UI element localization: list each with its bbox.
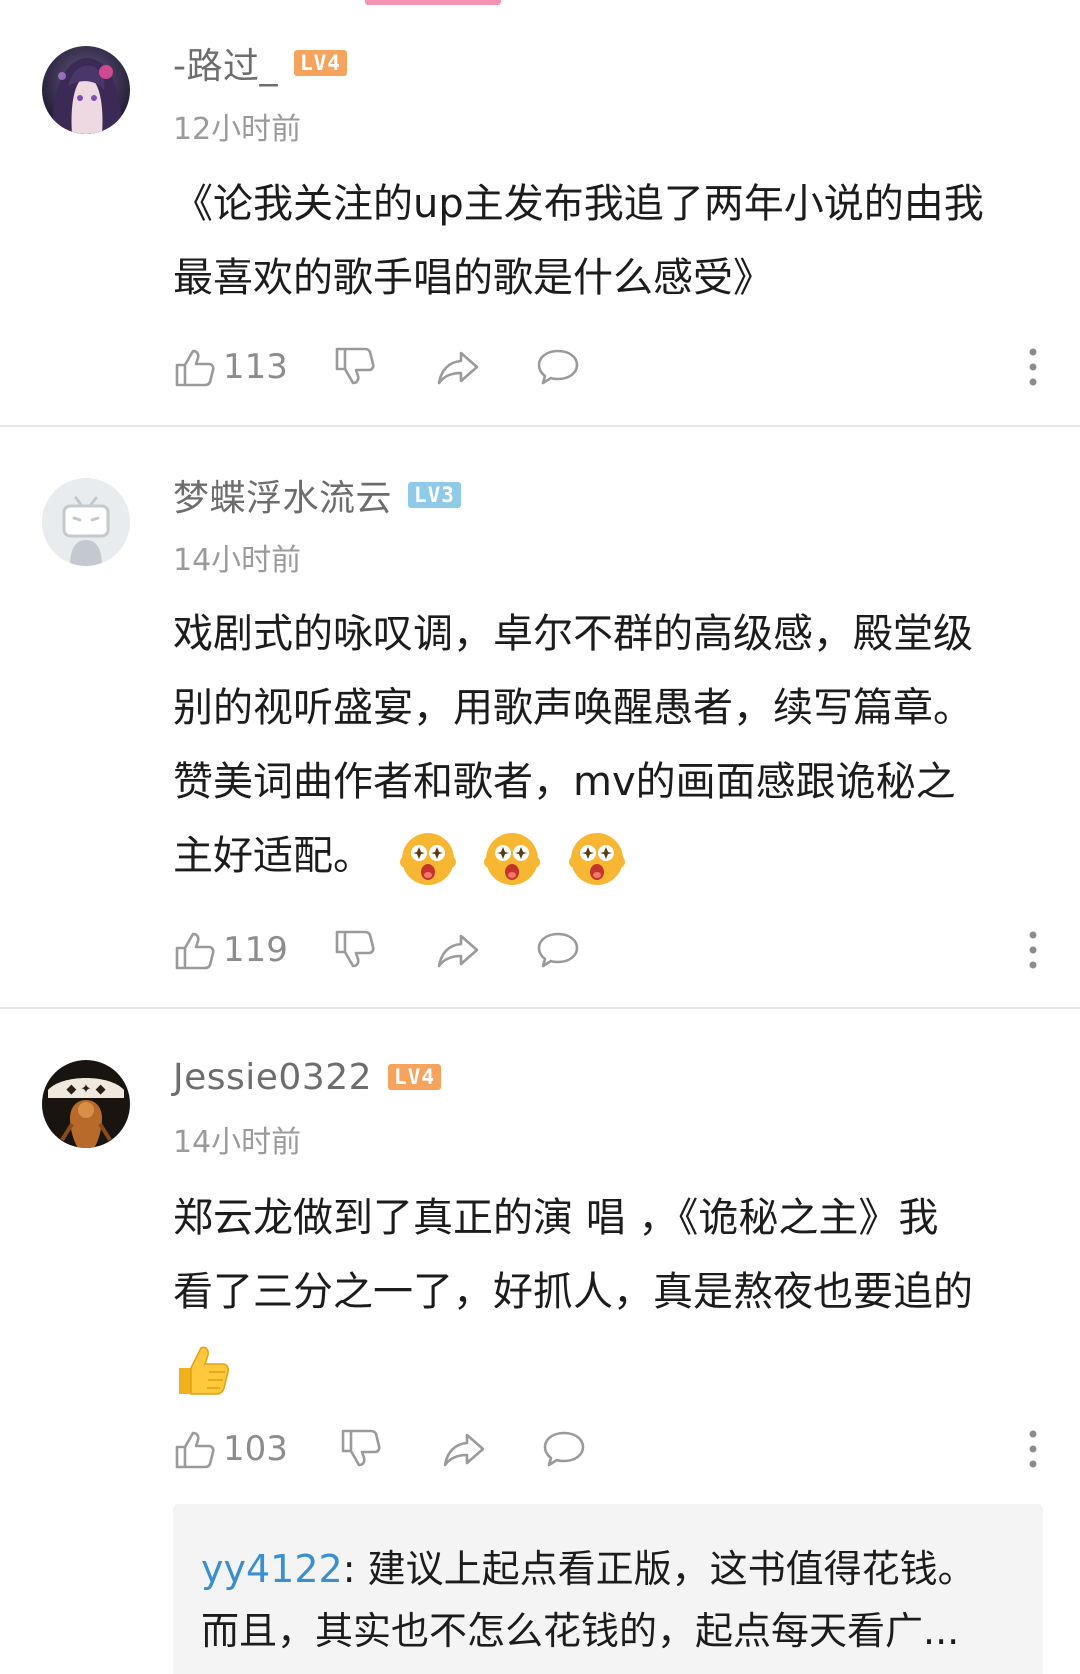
timestamp: 12小时前: [173, 112, 302, 147]
vertical-dots-icon: [1029, 931, 1037, 969]
username-row: Jessie0322 LV4: [173, 1052, 441, 1102]
chat-bubble-icon: [537, 349, 579, 385]
anime-girl-avatar-icon: [42, 46, 130, 134]
level-badge: LV4: [294, 50, 347, 76]
like-button[interactable]: 103: [173, 1424, 288, 1474]
reply-button[interactable]: [541, 1424, 587, 1474]
share-arrow-icon: [443, 1433, 485, 1467]
comment-text-line: 郑云龙做到了真正的演 唱 ，《诡秘之主》我: [173, 1195, 939, 1241]
action-row: 119: [173, 925, 1043, 975]
reply-line: 而且，其实也不怎么花钱的，起点每天看广...: [201, 1609, 960, 1653]
comment-text-line: 主好适配。: [173, 833, 373, 879]
action-row: 103: [173, 1424, 1043, 1474]
reply-button[interactable]: [535, 342, 581, 392]
bilibili-tv-default-avatar-icon: [42, 478, 130, 566]
share-button[interactable]: [435, 925, 481, 975]
share-arrow-icon: [437, 351, 479, 385]
timestamp: 14小时前: [173, 543, 302, 578]
timestamp: 14小时前: [173, 1125, 302, 1160]
username-row: 梦蝶浮水流云 LV3: [173, 470, 461, 520]
comment-list-page: -路过_ LV4 12小时前 《论我关注的up主发布我追了两年小说的由我 最喜欢…: [0, 0, 1080, 1674]
comment-text-line: 赞美词曲作者和歌者，mv的画面感跟诡秘之: [173, 759, 956, 805]
thumbs-down-icon: [335, 347, 375, 385]
divider: [0, 1007, 1080, 1009]
vertical-dots-icon: [1029, 1430, 1037, 1468]
thumbs-up-icon: [175, 1431, 215, 1469]
username[interactable]: Jessie0322: [173, 1057, 372, 1098]
username-row: -路过_ LV4: [173, 38, 347, 88]
share-button[interactable]: [435, 342, 481, 392]
avatar[interactable]: [42, 46, 130, 134]
reply-text: : 建议上起点看正版，这书值得花钱。: [342, 1547, 976, 1591]
avatar[interactable]: ◆ ✦ ◆: [42, 1060, 130, 1148]
like-count: 103: [223, 1429, 288, 1469]
like-count: 119: [223, 930, 288, 970]
reply-username[interactable]: yy4122: [201, 1547, 343, 1591]
thumbs-up-emoji-icon: [179, 1346, 229, 1395]
level-badge: LV3: [408, 482, 461, 508]
thumbs-down-icon: [335, 930, 375, 968]
reply-preview[interactable]: yy4122: 建议上起点看正版，这书值得花钱。 而且，其实也不怎么花钱的，起点…: [173, 1504, 1043, 1674]
comment-text-line: 《论我关注的up主发布我追了两年小说的由我: [173, 181, 984, 227]
divider: [0, 425, 1080, 427]
chat-bubble-icon: [543, 1431, 585, 1467]
comment-body: 《论我关注的up主发布我追了两年小说的由我 最喜欢的歌手唱的歌是什么感受》: [173, 167, 1053, 315]
reply-button[interactable]: [535, 925, 581, 975]
thumbs-down-icon: [341, 1429, 381, 1467]
dislike-button[interactable]: [339, 1424, 383, 1474]
comment-text-line: 看了三分之一了，好抓人，真是熬夜也要追的: [173, 1269, 973, 1315]
like-count: 113: [223, 347, 288, 387]
like-button[interactable]: 113: [173, 342, 288, 392]
comment-text-line-with-emoji: 主好适配。: [173, 819, 1053, 893]
thumbs-up-icon: [175, 932, 215, 970]
action-row: 113: [173, 342, 1043, 392]
comment-body: 郑云龙做到了真正的演 唱 ，《诡秘之主》我 看了三分之一了，好抓人，真是熬夜也要…: [173, 1181, 1053, 1403]
vertical-dots-icon: [1029, 348, 1037, 386]
dislike-button[interactable]: [333, 925, 377, 975]
starry-eyed-face-emoji-icon: [569, 833, 626, 885]
like-button[interactable]: 119: [173, 925, 288, 975]
level-badge: LV4: [388, 1064, 441, 1090]
comment-text-line: 戏剧式的咏叹调，卓尔不群的高级感，殿堂级: [173, 611, 973, 657]
share-button[interactable]: [441, 1424, 487, 1474]
starry-eyed-face-emoji-icon: [399, 833, 456, 885]
starry-eyed-face-emoji-icon: [484, 833, 541, 885]
reply-line: yy4122: 建议上起点看正版，这书值得花钱。: [201, 1538, 976, 1593]
emoji-line: [173, 1329, 1053, 1403]
thumbs-up-icon: [175, 349, 215, 387]
more-options-button[interactable]: [1023, 1426, 1043, 1472]
chat-bubble-icon: [537, 932, 579, 968]
active-tab-indicator: [365, 0, 501, 5]
more-options-button[interactable]: [1023, 344, 1043, 390]
comment-text-line: 别的视听盛宴，用歌声唤醒愚者，续写篇章。: [173, 685, 973, 731]
username[interactable]: -路过_: [173, 37, 278, 89]
comment-text-line: 最喜欢的歌手唱的歌是什么感受》: [173, 255, 773, 301]
more-options-button[interactable]: [1023, 927, 1043, 973]
avatar[interactable]: [42, 478, 130, 566]
svg-text:◆ ✦ ◆: ◆ ✦ ◆: [66, 1082, 105, 1097]
artwork-avatar-icon: ◆ ✦ ◆: [42, 1060, 130, 1148]
comment-body: 戏剧式的咏叹调，卓尔不群的高级感，殿堂级 别的视听盛宴，用歌声唤醒愚者，续写篇章…: [173, 597, 1053, 893]
dislike-button[interactable]: [333, 342, 377, 392]
share-arrow-icon: [437, 934, 479, 968]
username[interactable]: 梦蝶浮水流云: [173, 469, 392, 521]
